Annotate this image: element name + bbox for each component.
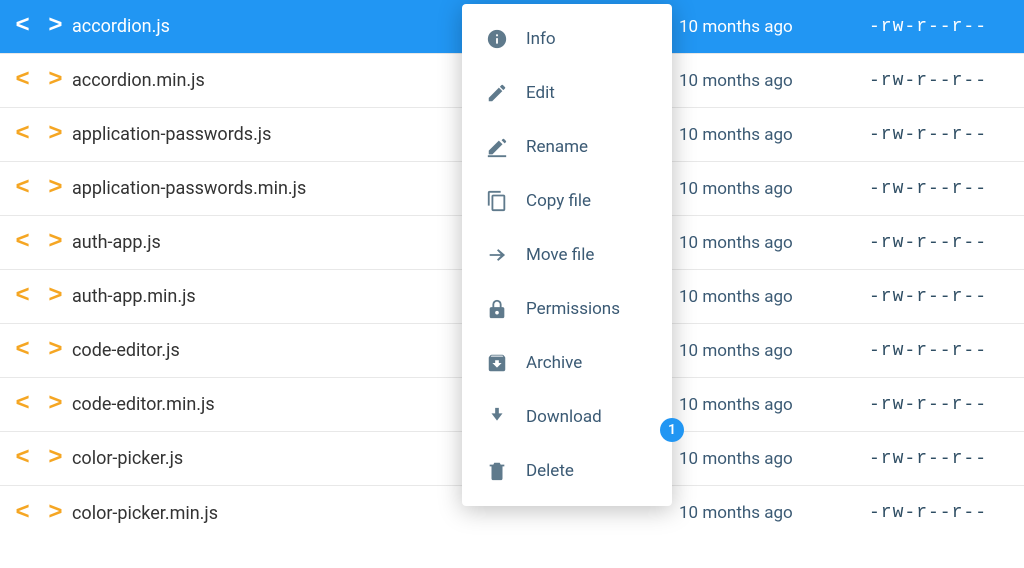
context-menu: Info Edit Rename Copy file Move file Per… — [462, 4, 672, 506]
count-badge: 1 — [660, 418, 684, 442]
menu-download[interactable]: Download — [462, 390, 672, 444]
menu-rename[interactable]: Rename — [462, 120, 672, 174]
file-time: 10 months ago — [679, 395, 869, 415]
arrow-right-icon — [482, 244, 512, 266]
code-icon: < > — [14, 445, 66, 472]
file-perm: -rw-r--r-- — [869, 503, 1024, 523]
file-time: 10 months ago — [679, 233, 869, 253]
menu-move[interactable]: Move file — [462, 228, 672, 282]
file-time: 10 months ago — [679, 17, 869, 37]
code-icon: < > — [14, 337, 66, 364]
code-icon: < > — [14, 283, 66, 310]
file-time: 10 months ago — [679, 71, 869, 91]
menu-permissions[interactable]: Permissions — [462, 282, 672, 336]
file-perm: -rw-r--r-- — [869, 449, 1024, 469]
file-time: 10 months ago — [679, 341, 869, 361]
menu-delete[interactable]: Delete — [462, 444, 672, 498]
menu-label: Rename — [526, 137, 588, 157]
menu-info[interactable]: Info — [462, 12, 672, 66]
file-time: 10 months ago — [679, 449, 869, 469]
file-perm: -rw-r--r-- — [869, 179, 1024, 199]
code-icon: < > — [14, 121, 66, 148]
code-icon: < > — [14, 391, 66, 418]
code-icon: < > — [14, 229, 66, 256]
file-perm: -rw-r--r-- — [869, 71, 1024, 91]
code-icon: < > — [14, 13, 66, 40]
code-icon: < > — [14, 67, 66, 94]
menu-label: Edit — [526, 83, 555, 103]
menu-label: Info — [526, 29, 556, 49]
menu-label: Delete — [526, 461, 574, 481]
info-icon — [482, 28, 512, 50]
menu-label: Download — [526, 407, 602, 427]
archive-icon — [482, 352, 512, 374]
code-icon: < > — [14, 175, 66, 202]
file-time: 10 months ago — [679, 125, 869, 145]
menu-edit[interactable]: Edit — [462, 66, 672, 120]
menu-label: Move file — [526, 245, 594, 265]
download-icon — [482, 406, 512, 428]
lock-icon — [482, 298, 512, 320]
file-time: 10 months ago — [679, 503, 869, 523]
file-perm: -rw-r--r-- — [869, 395, 1024, 415]
menu-label: Permissions — [526, 299, 620, 319]
menu-label: Archive — [526, 353, 582, 373]
file-perm: -rw-r--r-- — [869, 287, 1024, 307]
file-time: 10 months ago — [679, 287, 869, 307]
trash-icon — [482, 460, 512, 482]
file-perm: -rw-r--r-- — [869, 17, 1024, 37]
menu-label: Copy file — [526, 191, 591, 211]
copy-icon — [482, 190, 512, 212]
file-perm: -rw-r--r-- — [869, 233, 1024, 253]
file-perm: -rw-r--r-- — [869, 341, 1024, 361]
code-icon: < > — [14, 500, 66, 527]
menu-archive[interactable]: Archive — [462, 336, 672, 390]
menu-copy[interactable]: Copy file — [462, 174, 672, 228]
file-perm: -rw-r--r-- — [869, 125, 1024, 145]
pencil-icon — [482, 82, 512, 104]
rename-icon — [482, 136, 512, 158]
file-time: 10 months ago — [679, 179, 869, 199]
